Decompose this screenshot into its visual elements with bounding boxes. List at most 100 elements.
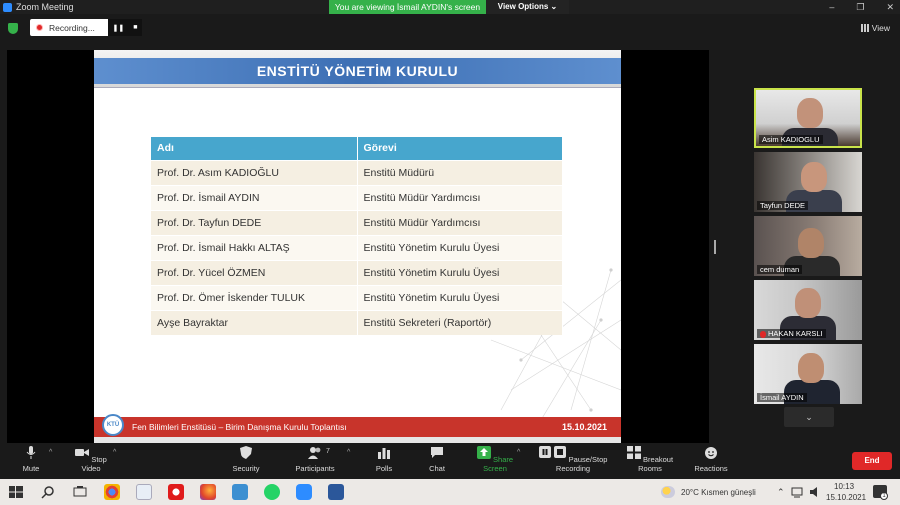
member-name: Ayşe Bayraktar bbox=[151, 309, 358, 335]
polls-label: Polls bbox=[375, 464, 393, 473]
chrome-icon[interactable] bbox=[104, 484, 120, 500]
firefox-icon[interactable] bbox=[200, 484, 216, 500]
pause-stop-recording-button[interactable]: Pause/Stop Recording bbox=[533, 446, 613, 473]
participant-name: Tayfun DEDE bbox=[757, 201, 809, 210]
pause-recording-icon[interactable]: ❚❚ bbox=[113, 24, 125, 32]
participant-name-tag: HAKAN KARSLI bbox=[757, 329, 826, 338]
presentation-slide: ENSTİTÜ YÖNETİM KURULU Adı Görevi Prof. … bbox=[94, 50, 621, 443]
whatsapp-icon[interactable] bbox=[264, 484, 280, 500]
breakout-rooms-icon bbox=[626, 446, 641, 459]
member-role: Enstitü Yönetim Kurulu Üyesi bbox=[357, 234, 563, 260]
weather-text[interactable]: 20°C Kısmen güneşli bbox=[681, 488, 756, 497]
view-options-button[interactable]: View Options ⌄ bbox=[486, 0, 569, 14]
participants-options-caret-icon[interactable]: ^ bbox=[347, 449, 350, 456]
pause-stop-recording-icon bbox=[538, 446, 566, 458]
member-name: Prof. Dr. Ömer İskender TULUK bbox=[151, 284, 358, 310]
clock-time[interactable]: 10:13 bbox=[834, 482, 854, 491]
footer-text: Fen Bilimleri Enstitüsü – Birim Danışma … bbox=[132, 422, 347, 432]
column-header-name: Adı bbox=[151, 137, 358, 160]
security-button[interactable]: Security bbox=[230, 446, 262, 473]
maximize-button[interactable]: ❐ bbox=[856, 2, 864, 13]
zoom-app-icon bbox=[3, 2, 12, 12]
word-icon[interactable] bbox=[328, 484, 344, 500]
table-row: Prof. Dr. Tayfun DEDE Enstitü Müdür Yardı… bbox=[151, 209, 563, 235]
recording-dot-icon bbox=[36, 24, 43, 31]
minimize-button[interactable]: – bbox=[829, 2, 834, 12]
security-shield-icon bbox=[240, 446, 252, 459]
participant-tile[interactable]: İsmail AYDIN bbox=[754, 344, 862, 404]
breakout-rooms-button[interactable]: Breakout Rooms bbox=[620, 446, 680, 473]
recording-label: Recording... bbox=[49, 22, 95, 33]
weather-icon bbox=[661, 486, 675, 498]
clock-date[interactable]: 15.10.2021 bbox=[826, 493, 866, 502]
end-meeting-button[interactable]: End bbox=[852, 452, 892, 470]
zoom-taskbar-icon[interactable] bbox=[296, 484, 312, 500]
meeting-toolbar: Mute ^ Stop Video ^ Security Participant… bbox=[0, 443, 900, 479]
participant-face bbox=[797, 98, 823, 128]
chat-button[interactable]: Chat bbox=[426, 446, 448, 473]
mic-muted-icon bbox=[760, 330, 766, 338]
mute-options-caret-icon[interactable]: ^ bbox=[49, 449, 52, 456]
slide-header: ENSTİTÜ YÖNETİM KURULU bbox=[94, 50, 621, 88]
university-logo-icon: KTÜ bbox=[102, 414, 124, 436]
participant-name: cem duman bbox=[757, 265, 803, 274]
media-player-icon[interactable] bbox=[136, 484, 152, 500]
member-role: Enstitü Yönetim Kurulu Üyesi bbox=[357, 259, 563, 285]
opera-icon[interactable] bbox=[168, 484, 184, 500]
participant-tile[interactable]: cem duman bbox=[754, 216, 862, 276]
share-screen-arrow-icon bbox=[476, 446, 491, 459]
share-screen-button[interactable]: Share Screen bbox=[470, 446, 520, 473]
close-button[interactable]: ✕ bbox=[886, 2, 894, 13]
reactions-label: Reactions bbox=[694, 464, 728, 473]
stop-video-button[interactable]: Stop Video bbox=[68, 446, 114, 473]
member-name: Prof. Dr. Tayfun DEDE bbox=[151, 209, 358, 235]
mute-button[interactable]: Mute bbox=[18, 446, 44, 473]
search-icon[interactable] bbox=[40, 484, 56, 500]
member-name: Prof. Dr. Asım KADIOĞLU bbox=[151, 159, 358, 185]
participants-button[interactable]: Participants bbox=[292, 446, 338, 473]
board-members-table: Adı Görevi Prof. Dr. Asım KADIOĞLU Enstit… bbox=[151, 137, 563, 335]
task-view-icon[interactable] bbox=[72, 484, 88, 500]
participants-count: 7 bbox=[326, 448, 330, 455]
notification-count-badge: 1 bbox=[880, 492, 888, 500]
polls-button[interactable]: Polls bbox=[372, 446, 396, 473]
member-role: Enstitü Yönetim Kurulu Üyesi bbox=[357, 284, 563, 310]
participant-face bbox=[801, 162, 827, 192]
network-icon[interactable] bbox=[790, 485, 804, 499]
stop-recording-icon[interactable]: ■ bbox=[133, 24, 137, 31]
panel-splitter-handle[interactable] bbox=[714, 240, 716, 254]
windows-start-icon[interactable] bbox=[8, 484, 24, 500]
video-camera-icon bbox=[75, 449, 90, 456]
table-row: Prof. Dr. Yücel ÖZMEN Enstitü Yönetim Kur… bbox=[151, 259, 563, 285]
slide-title: ENSTİTÜ YÖNETİM KURULU bbox=[256, 63, 459, 79]
table-row: Prof. Dr. İsmail Hakkı ALTAŞ Enstitü Yöne… bbox=[151, 234, 563, 260]
participant-face bbox=[798, 228, 824, 258]
column-header-role: Görevi bbox=[357, 137, 563, 160]
participant-tile[interactable]: Asim KADIOGLU bbox=[754, 88, 862, 148]
remote-desktop-icon[interactable] bbox=[232, 484, 248, 500]
encryption-shield-icon[interactable] bbox=[8, 23, 18, 34]
share-options-caret-icon[interactable]: ^ bbox=[517, 449, 520, 456]
viewing-banner: You are viewing İsmail AYDIN's screen Vi… bbox=[329, 0, 569, 14]
breakout-rooms-label: Breakout Rooms bbox=[638, 455, 674, 473]
gallery-scroll-down-button[interactable]: ⌄ bbox=[784, 407, 834, 427]
reactions-smiley-icon bbox=[705, 447, 717, 459]
table-row: Prof. Dr. Ömer İskender TULUK Enstitü Yön… bbox=[151, 284, 563, 310]
volume-icon[interactable] bbox=[808, 485, 822, 499]
view-button[interactable]: View bbox=[860, 23, 890, 33]
participant-tile[interactable]: HAKAN KARSLI bbox=[754, 280, 862, 340]
member-name: Prof. Dr. İsmail Hakkı ALTAŞ bbox=[151, 234, 358, 260]
microphone-icon bbox=[26, 446, 36, 459]
table-row: Prof. Dr. Asım KADIOĞLU Enstitü Müdürü bbox=[151, 159, 563, 185]
table-row: Ayşe Bayraktar Enstitü Sekreteri (Raportö… bbox=[151, 309, 563, 335]
tray-expand-icon[interactable]: ⌃ bbox=[777, 487, 785, 498]
meeting-topbar: Recording... ❚❚ ■ View bbox=[0, 14, 900, 42]
reactions-button[interactable]: Reactions bbox=[693, 446, 729, 473]
chat-bubble-icon bbox=[431, 447, 443, 458]
participants-label: Participants bbox=[295, 464, 335, 473]
window-controls: – ❐ ✕ bbox=[829, 0, 894, 14]
slide-title-band: ENSTİTÜ YÖNETİM KURULU bbox=[94, 58, 621, 84]
participant-name: HAKAN KARSLI bbox=[768, 329, 823, 338]
participant-tile[interactable]: Tayfun DEDE bbox=[754, 152, 862, 212]
video-options-caret-icon[interactable]: ^ bbox=[113, 449, 116, 456]
